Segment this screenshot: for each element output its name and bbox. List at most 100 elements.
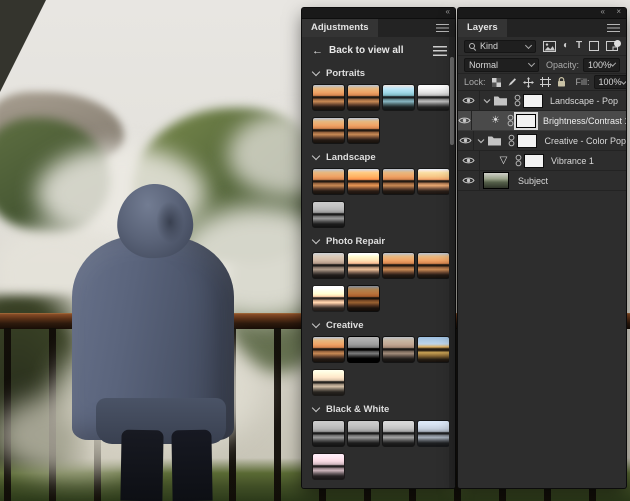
preset-thumbnail[interactable] bbox=[312, 168, 345, 195]
scrollbar-thumb[interactable] bbox=[450, 57, 454, 145]
section-header[interactable]: Cinematic bbox=[311, 487, 455, 489]
opacity-value: 100% bbox=[588, 59, 612, 70]
preset-thumbnail[interactable] bbox=[312, 336, 345, 363]
section-header[interactable]: Photo Repair bbox=[311, 235, 455, 247]
preset-thumbnail[interactable] bbox=[417, 336, 450, 363]
panel-topbar: « bbox=[302, 8, 455, 19]
preset-thumbnail[interactable] bbox=[347, 285, 380, 312]
preset-thumbnail[interactable] bbox=[312, 84, 345, 111]
preset-thumbnail[interactable] bbox=[347, 117, 380, 144]
group-folder-icon bbox=[493, 95, 508, 106]
preset-section: Creative bbox=[311, 319, 455, 396]
preset-thumbnail[interactable] bbox=[347, 252, 380, 279]
close-icon[interactable]: × bbox=[616, 8, 621, 17]
blend-mode-dropdown[interactable]: Normal bbox=[464, 57, 539, 72]
filter-switch-icon[interactable] bbox=[614, 40, 621, 47]
visibility-eye-icon[interactable] bbox=[458, 111, 472, 130]
layer-name: Landscape - Pop bbox=[550, 95, 619, 106]
section-header[interactable]: Creative bbox=[311, 319, 455, 331]
layer-row[interactable]: ▽ Vibrance 1 bbox=[458, 151, 626, 171]
layers-panel: « × Layers Kind ◐ T Normal Opacity: 100%… bbox=[458, 8, 626, 488]
tab-adjustments[interactable]: Adjustments bbox=[302, 19, 378, 37]
preset-section: Cinematic bbox=[311, 487, 455, 489]
layer-mask-thumbnail[interactable] bbox=[523, 93, 543, 108]
preset-thumbnail[interactable] bbox=[417, 420, 450, 447]
group-expand-chevron-icon[interactable] bbox=[477, 138, 485, 144]
layer-row[interactable]: Creative - Color Pop bbox=[458, 131, 626, 151]
collapse-panel-icon[interactable]: « bbox=[601, 8, 606, 17]
opacity-field[interactable]: 100% bbox=[583, 57, 620, 72]
preset-thumbnail[interactable] bbox=[312, 420, 345, 447]
collapse-panel-icon[interactable]: « bbox=[446, 8, 451, 17]
preset-thumbnail[interactable] bbox=[382, 420, 415, 447]
fill-field[interactable]: 100% bbox=[593, 75, 626, 89]
brightness-contrast-icon: ☀ bbox=[491, 115, 500, 126]
lock-artboard-icon[interactable] bbox=[539, 77, 551, 87]
section-header[interactable]: Landscape bbox=[311, 151, 455, 163]
preset-thumbnail[interactable] bbox=[347, 420, 380, 447]
lock-image-pixels-brush-icon[interactable] bbox=[507, 77, 517, 87]
panel-menu-icon[interactable] bbox=[436, 24, 449, 32]
preset-thumbnail[interactable] bbox=[382, 84, 415, 111]
layers-tab-row: Layers bbox=[458, 19, 626, 37]
visibility-eye-icon[interactable] bbox=[458, 91, 480, 110]
visibility-eye-icon[interactable] bbox=[458, 151, 480, 170]
scrollbar[interactable] bbox=[449, 37, 455, 488]
group-expand-chevron-icon[interactable] bbox=[483, 98, 491, 104]
back-to-view-all-button[interactable]: ← Back to view all bbox=[302, 37, 455, 60]
layer-mask-thumbnail[interactable] bbox=[524, 153, 544, 168]
preset-thumbnail[interactable] bbox=[382, 336, 415, 363]
layer-row[interactable]: Subject bbox=[458, 171, 626, 191]
type-layer-filter-icon[interactable]: T bbox=[576, 41, 582, 51]
tab-layers[interactable]: Layers bbox=[458, 19, 507, 37]
shape-layer-filter-icon[interactable] bbox=[589, 41, 600, 51]
filter-kind-value: Kind bbox=[480, 41, 499, 51]
preset-thumbnail[interactable] bbox=[312, 453, 345, 480]
filter-kind-dropdown[interactable]: Kind bbox=[464, 39, 536, 53]
chevron-down-icon bbox=[311, 151, 321, 161]
layer-mask-thumbnail[interactable] bbox=[516, 113, 536, 128]
chevron-down-icon bbox=[311, 67, 321, 77]
visibility-eye-icon[interactable] bbox=[458, 131, 475, 150]
layer-row[interactable]: Landscape - Pop bbox=[458, 91, 626, 111]
visibility-eye-icon[interactable] bbox=[458, 171, 480, 190]
section-header[interactable]: Portraits bbox=[311, 67, 455, 79]
preset-thumbnail[interactable] bbox=[347, 168, 380, 195]
person-leg bbox=[171, 429, 213, 501]
mask-link-icon bbox=[515, 154, 522, 167]
lock-position-move-icon[interactable] bbox=[522, 76, 534, 88]
adjustments-panel: « Adjustments ← Back to view all Portrai… bbox=[302, 8, 455, 488]
panel-menu-icon[interactable] bbox=[607, 24, 620, 32]
list-view-icon[interactable] bbox=[433, 45, 447, 56]
preset-thumbnail[interactable] bbox=[347, 336, 380, 363]
chevron-down-icon bbox=[311, 403, 321, 413]
chevron-down-icon bbox=[311, 319, 321, 329]
preset-thumbnail[interactable] bbox=[312, 117, 345, 144]
lock-all-padlock-icon[interactable] bbox=[557, 77, 566, 87]
preset-thumbnail[interactable] bbox=[347, 84, 380, 111]
photoshop-workspace: « Adjustments ← Back to view all Portrai… bbox=[0, 0, 630, 501]
layer-thumbnail[interactable] bbox=[483, 172, 509, 189]
preset-thumbnail[interactable] bbox=[312, 252, 345, 279]
section-title: Black & White bbox=[326, 403, 390, 415]
preset-thumbnail[interactable] bbox=[417, 84, 450, 111]
layer-row[interactable]: ☀ Brightness/Contrast 1 bbox=[458, 111, 626, 131]
preset-thumbnail[interactable] bbox=[382, 252, 415, 279]
preset-thumbnail[interactable] bbox=[417, 168, 450, 195]
preset-thumbnail[interactable] bbox=[312, 201, 345, 228]
adjustment-layer-filter-icon[interactable]: ◐ bbox=[563, 41, 569, 51]
vibrance-icon: ▽ bbox=[499, 155, 508, 166]
pixel-layer-filter-icon[interactable] bbox=[543, 40, 556, 52]
adjustments-content: ← Back to view all Portraits Landscape Pho… bbox=[302, 37, 455, 488]
preset-thumbnail[interactable] bbox=[312, 285, 345, 312]
preset-thumbnail[interactable] bbox=[382, 168, 415, 195]
back-arrow-icon: ← bbox=[312, 44, 323, 57]
lock-transparent-pixels-icon[interactable] bbox=[491, 77, 501, 87]
section-title: Cinematic bbox=[326, 488, 371, 489]
preset-thumbnail[interactable] bbox=[417, 252, 450, 279]
preset-thumbnail[interactable] bbox=[312, 369, 345, 396]
layer-mask-thumbnail[interactable] bbox=[517, 133, 538, 148]
section-header[interactable]: Black & White bbox=[311, 403, 455, 415]
section-title: Photo Repair bbox=[326, 235, 386, 247]
chevron-down-icon bbox=[609, 60, 617, 67]
